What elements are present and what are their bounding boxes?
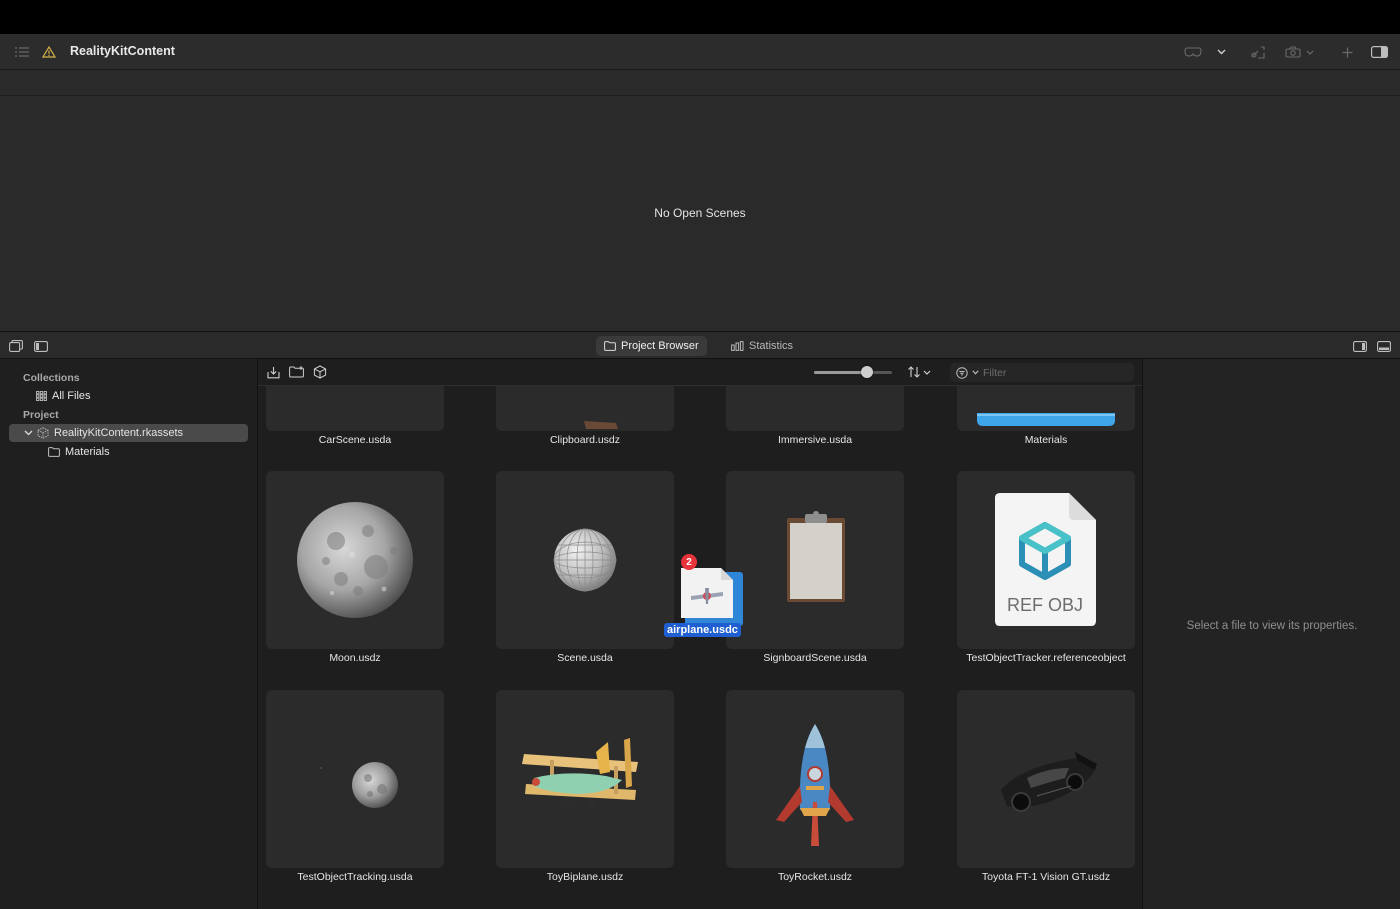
inspector-panel: Select a file to view its properties. (1142, 359, 1400, 909)
race-car-thumbnail (1001, 752, 1097, 812)
grid-icon (36, 391, 47, 401)
asset-label: TestObjectTracker.referenceobject (966, 652, 1126, 664)
asset-label: SignboardScene.usda (763, 652, 867, 664)
inspector-toggle-icon[interactable] (1370, 44, 1388, 60)
asset-tile-carscene[interactable] (266, 386, 444, 431)
slider-fill (814, 371, 868, 374)
usdc-file-icon (681, 568, 743, 626)
asset-label: Immersive.usda (777, 434, 853, 446)
asset-label: ToyRocket.usdz (777, 871, 853, 883)
asset-tile-immersive[interactable] (726, 386, 904, 431)
moon-thumbnail (297, 502, 413, 618)
asset-label: Materials (1024, 434, 1068, 446)
stacked-windows-icon[interactable] (8, 339, 24, 353)
warning-icon[interactable] (42, 44, 56, 60)
ref-obj-text: REF OBJ (1007, 595, 1083, 615)
asset-tile-testobjecttracking[interactable] (266, 690, 444, 868)
project-header: Project (23, 409, 59, 421)
chevron-down-icon[interactable] (972, 370, 979, 375)
scene-tab-bar (0, 70, 1400, 96)
sphere-thumbnail (553, 528, 617, 592)
add-entity-icon[interactable] (312, 365, 328, 379)
slider-knob[interactable] (861, 366, 874, 378)
asset-label: ToyBiplane.usdz (546, 871, 624, 883)
ref-obj-document-thumbnail: REF OBJ (995, 493, 1096, 626)
folder-icon (48, 447, 60, 457)
sidebar-item-label: RealityKitContent.rkassets (54, 427, 183, 439)
sidebar-item-label: All Files (52, 390, 91, 402)
asset-tile-clipboard[interactable] (496, 386, 674, 431)
asset-label: Toyota FT-1 Vision GT.usdz (981, 871, 1111, 883)
asset-label: Clipboard.usdz (549, 434, 621, 446)
chevron-down-icon[interactable] (24, 430, 33, 436)
bottom-panel-toggle-icon[interactable] (1376, 339, 1392, 353)
clipboard-thumbnail (787, 511, 845, 602)
scene-viewport[interactable]: No Open Scenes (0, 96, 1400, 331)
project-sidebar: Collections All Files Project RealityKit… (0, 359, 258, 909)
filter-field[interactable] (950, 363, 1134, 382)
top-black-strip (0, 0, 1400, 34)
asset-tile-toyota[interactable] (957, 690, 1135, 868)
clipboard-thumbnail (584, 421, 618, 429)
bar-chart-icon (731, 341, 744, 351)
asset-tile-toyrocket[interactable] (726, 690, 904, 868)
asset-tile-scene[interactable] (496, 471, 674, 649)
sidebar-item-label: Materials (65, 446, 110, 458)
inspector-hint: Select a file to view its properties. (1186, 620, 1358, 632)
rocket-thumbnail (776, 724, 854, 846)
chevron-down-icon[interactable] (922, 365, 932, 379)
collections-header: Collections (23, 372, 80, 384)
chevron-down-icon[interactable] (1304, 44, 1316, 60)
asset-label: Moon.usdz (329, 652, 381, 664)
tab-project-browser[interactable]: Project Browser (596, 336, 707, 356)
browser-toolbar (258, 359, 1142, 386)
moon-small-thumbnail (320, 762, 398, 808)
vision-pro-icon[interactable] (1184, 44, 1202, 60)
new-folder-icon[interactable] (288, 365, 306, 379)
camera-icon[interactable] (1284, 44, 1302, 60)
left-panel-toggle-icon[interactable] (33, 339, 49, 353)
asset-tile-moon[interactable] (266, 471, 444, 649)
window-toolbar: RealityKitContent (0, 34, 1400, 70)
folder-icon (604, 341, 616, 351)
right-panel-toggle-icon[interactable] (1352, 339, 1368, 353)
tab-statistics[interactable]: Statistics (723, 336, 801, 356)
filter-input[interactable] (983, 366, 1123, 379)
drag-preview: 2 airplane.usdc (664, 554, 746, 640)
asset-tile-materials-folder[interactable] (957, 386, 1135, 431)
sidebar-item-rkassets[interactable]: RealityKitContent.rkassets (9, 424, 248, 442)
add-icon[interactable] (1340, 44, 1354, 60)
package-icon (37, 427, 49, 439)
asset-tile-toybiplane[interactable] (496, 690, 674, 868)
drag-count-badge: 2 (681, 554, 697, 570)
window-title: RealityKitContent (70, 44, 175, 58)
folder-thumbnail (977, 413, 1115, 426)
asset-grid: CarScene.usda Clipboard.usdz Immersive.u… (258, 386, 1142, 909)
biplane-thumbnail (522, 738, 638, 809)
asset-tile-signboard[interactable] (726, 471, 904, 649)
thumbnail-size-slider[interactable] (814, 366, 892, 378)
play-share-icon[interactable] (1250, 44, 1266, 60)
bottom-panel-bar: Project Browser Statistics (0, 331, 1400, 359)
asset-label: TestObjectTracking.usda (297, 871, 413, 883)
asset-tile-reference-object[interactable]: REF OBJ (957, 471, 1135, 649)
tab-label: Statistics (749, 340, 794, 352)
no-scenes-message: No Open Scenes (654, 205, 746, 220)
asset-label: Scene.usda (557, 652, 613, 664)
chevron-down-icon[interactable] (1214, 44, 1228, 60)
sidebar-item-materials[interactable]: Materials (48, 443, 110, 461)
tab-label: Project Browser (621, 340, 699, 352)
asset-label: CarScene.usda (318, 434, 392, 446)
filter-icon[interactable] (956, 366, 968, 379)
sidebar-list-icon[interactable] (14, 44, 30, 60)
drag-filename: airplane.usdc (664, 623, 741, 637)
sidebar-item-all-files[interactable]: All Files (36, 387, 91, 405)
import-icon[interactable] (265, 365, 281, 379)
